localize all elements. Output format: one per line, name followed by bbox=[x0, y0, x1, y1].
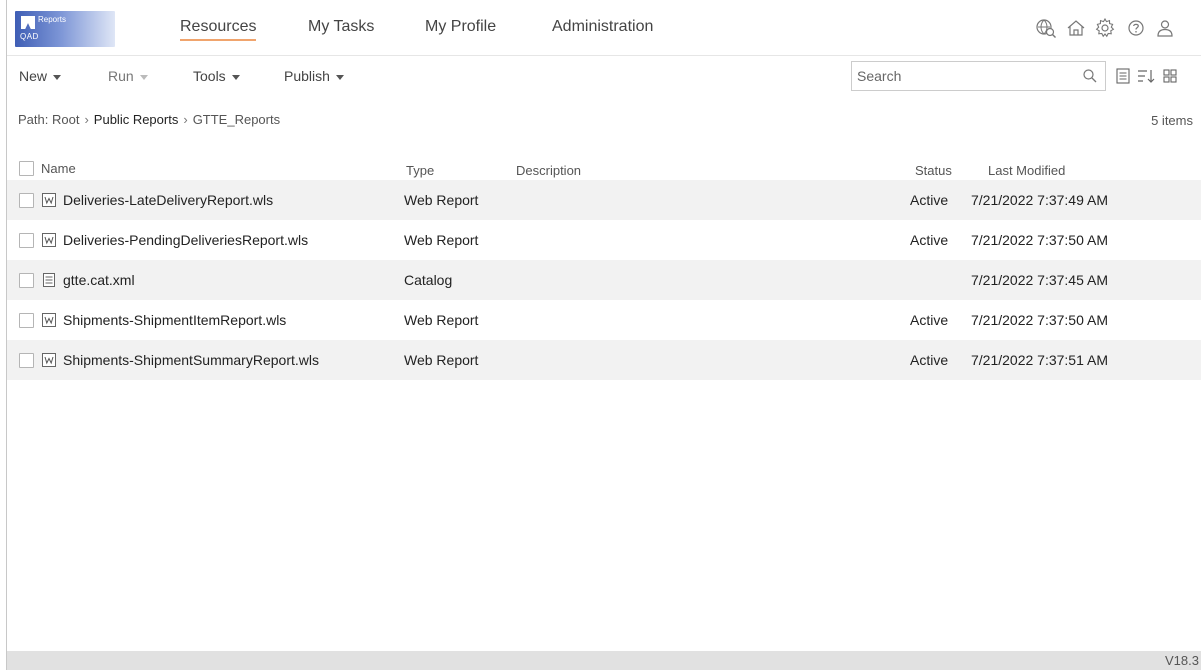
row-checkbox[interactable] bbox=[19, 313, 34, 328]
column-header-status[interactable]: Status bbox=[915, 163, 952, 178]
version-label: V18.3 bbox=[1165, 653, 1199, 668]
breadcrumb-root[interactable]: Root bbox=[52, 112, 79, 127]
chevron-down-icon bbox=[139, 74, 148, 80]
row-status: Active bbox=[910, 232, 949, 248]
tab-administration[interactable]: Administration bbox=[552, 18, 653, 36]
row-last-modified: 7/21/2022 7:37:50 AM bbox=[971, 312, 1108, 328]
global-search-icon[interactable] bbox=[1035, 17, 1057, 39]
row-name[interactable]: Deliveries-LateDeliveryReport.wls bbox=[63, 192, 273, 208]
row-type: Web Report bbox=[404, 232, 479, 248]
run-menu[interactable]: Run bbox=[108, 68, 148, 84]
tools-menu[interactable]: Tools bbox=[193, 68, 240, 84]
table-row[interactable]: Shipments-ShipmentItemReport.wls Web Rep… bbox=[7, 300, 1201, 340]
help-icon[interactable] bbox=[1125, 17, 1147, 39]
column-header-last-modified[interactable]: Last Modified bbox=[988, 163, 1065, 178]
row-type: Web Report bbox=[404, 192, 479, 208]
app-frame: Reports QAD Resources My Tasks My Profil… bbox=[6, 0, 1201, 670]
row-status: Active bbox=[910, 312, 949, 328]
row-status: Active bbox=[910, 352, 949, 368]
select-all-checkbox[interactable] bbox=[19, 161, 34, 176]
web-report-icon bbox=[42, 313, 56, 327]
qad-reports-logo[interactable]: Reports QAD bbox=[15, 11, 115, 47]
row-name[interactable]: Deliveries-PendingDeliveriesReport.wls bbox=[63, 232, 308, 248]
sort-icon[interactable] bbox=[1136, 66, 1156, 86]
row-checkbox[interactable] bbox=[19, 353, 34, 368]
top-header: Reports QAD Resources My Tasks My Profil… bbox=[7, 0, 1201, 56]
table-row[interactable]: Deliveries-LateDeliveryReport.wls Web Re… bbox=[7, 180, 1201, 220]
user-icon[interactable] bbox=[1154, 17, 1176, 39]
chevron-down-icon bbox=[335, 74, 344, 80]
row-name[interactable]: Shipments-ShipmentSummaryReport.wls bbox=[63, 352, 319, 368]
web-report-icon bbox=[42, 193, 56, 207]
row-last-modified: 7/21/2022 7:37:51 AM bbox=[971, 352, 1108, 368]
web-report-icon bbox=[42, 353, 56, 367]
new-menu[interactable]: New bbox=[19, 68, 62, 84]
chevron-down-icon bbox=[53, 74, 62, 80]
search-box bbox=[851, 61, 1106, 91]
column-header-name[interactable]: Name bbox=[41, 161, 76, 176]
table-row[interactable]: gtte.cat.xml Catalog 7/21/2022 7:37:45 A… bbox=[7, 260, 1201, 300]
chevron-down-icon bbox=[231, 74, 240, 80]
tab-my-profile[interactable]: My Profile bbox=[425, 18, 496, 36]
chevron-right-icon: › bbox=[84, 112, 89, 127]
breadcrumb: Path: Root › Public Reports › GTTE_Reports bbox=[18, 112, 280, 127]
logo-brand: QAD bbox=[20, 32, 39, 41]
row-status: Active bbox=[910, 192, 949, 208]
tab-my-tasks[interactable]: My Tasks bbox=[308, 18, 374, 36]
new-menu-label: New bbox=[19, 68, 48, 84]
home-icon[interactable] bbox=[1065, 17, 1087, 39]
logo-app-name: Reports bbox=[38, 15, 67, 24]
row-type: Catalog bbox=[404, 272, 453, 288]
item-count: 5 items bbox=[1151, 113, 1193, 128]
grid-view-icon[interactable] bbox=[1160, 66, 1180, 86]
search-icon[interactable] bbox=[1082, 68, 1098, 84]
row-type: Web Report bbox=[404, 352, 479, 368]
row-name[interactable]: Shipments-ShipmentItemReport.wls bbox=[63, 312, 286, 328]
web-report-icon bbox=[42, 233, 56, 247]
publish-menu-label: Publish bbox=[284, 68, 330, 84]
run-menu-label: Run bbox=[108, 68, 134, 84]
column-header-description[interactable]: Description bbox=[516, 163, 581, 178]
gear-icon[interactable] bbox=[1094, 17, 1116, 39]
breadcrumb-prefix: Path: bbox=[18, 112, 49, 127]
table-row[interactable]: Deliveries-PendingDeliveriesReport.wls W… bbox=[7, 220, 1201, 260]
row-last-modified: 7/21/2022 7:37:49 AM bbox=[971, 192, 1108, 208]
row-checkbox[interactable] bbox=[19, 233, 34, 248]
tools-menu-label: Tools bbox=[193, 68, 226, 84]
publish-menu[interactable]: Publish bbox=[284, 68, 344, 84]
row-checkbox[interactable] bbox=[19, 273, 34, 288]
row-last-modified: 7/21/2022 7:37:50 AM bbox=[971, 232, 1108, 248]
table-row[interactable]: Shipments-ShipmentSummaryReport.wls Web … bbox=[7, 340, 1201, 380]
list-view-icon[interactable] bbox=[1113, 66, 1133, 86]
status-footer: V18.3 bbox=[7, 651, 1201, 670]
column-header-type[interactable]: Type bbox=[406, 163, 434, 178]
row-type: Web Report bbox=[404, 312, 479, 328]
row-name[interactable]: gtte.cat.xml bbox=[63, 272, 135, 288]
catalog-icon bbox=[43, 273, 55, 287]
breadcrumb-current: GTTE_Reports bbox=[192, 112, 281, 127]
row-last-modified: 7/21/2022 7:37:45 AM bbox=[971, 272, 1108, 288]
chevron-right-icon: › bbox=[183, 112, 188, 127]
logo-mark-icon bbox=[21, 16, 35, 29]
row-checkbox[interactable] bbox=[19, 193, 34, 208]
search-input[interactable] bbox=[852, 62, 1072, 90]
tab-resources[interactable]: Resources bbox=[180, 18, 257, 41]
breadcrumb-public-reports[interactable]: Public Reports bbox=[94, 112, 179, 127]
